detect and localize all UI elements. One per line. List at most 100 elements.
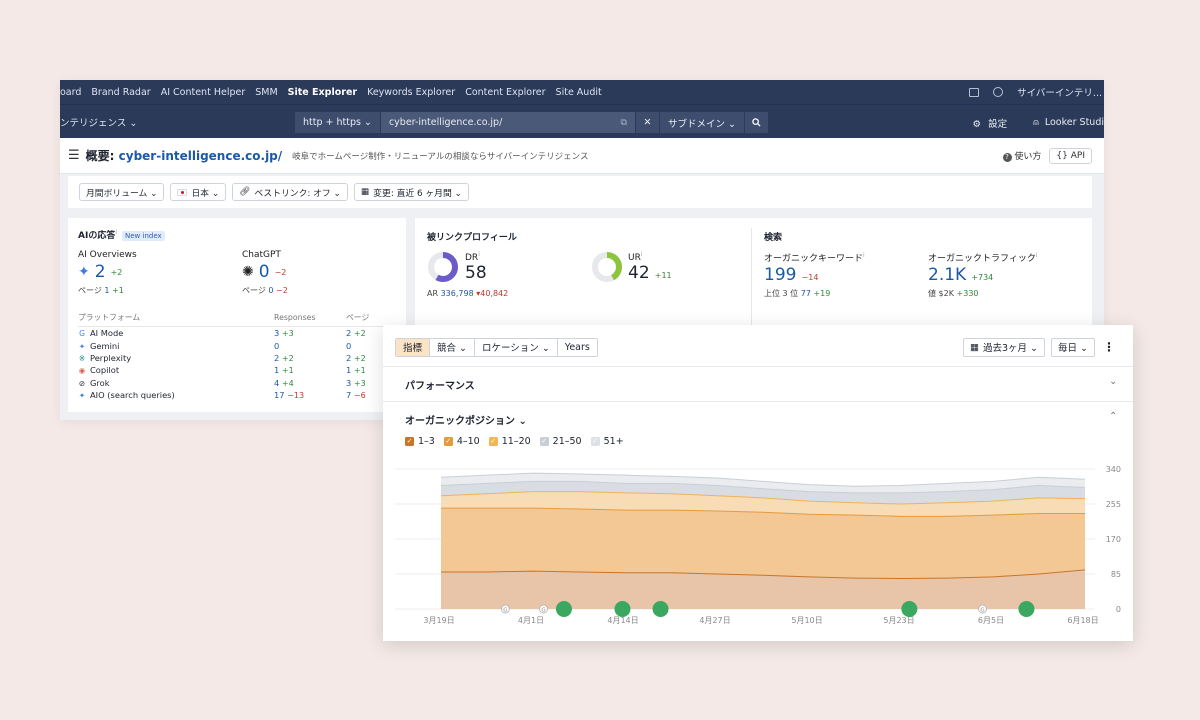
pages-value[interactable]: 1 — [346, 365, 351, 375]
help-label: 使い方 — [1014, 152, 1042, 162]
legend-item[interactable]: ✓ 1–3 — [405, 436, 435, 447]
table-row[interactable]: ⊘ Grok 4 +4 3 +3 — [78, 377, 396, 389]
pages-value[interactable]: 2 — [346, 353, 351, 363]
responses-value[interactable]: 1 — [274, 365, 279, 375]
ai-overviews-label[interactable]: AI Overviews — [78, 250, 137, 260]
ar-value[interactable]: 336,798 — [441, 289, 474, 298]
event-marker[interactable] — [555, 601, 572, 617]
responses-value[interactable]: 0 — [274, 341, 279, 351]
nav-item-smm[interactable]: SMM — [255, 87, 277, 98]
organic-traffic-label[interactable]: オーガニックトラフィック — [928, 254, 1036, 264]
legend-item[interactable]: ✓ 11–20 — [488, 436, 531, 447]
event-marker[interactable] — [652, 601, 669, 617]
dr-label[interactable]: DR — [465, 253, 478, 263]
organic-positions-section[interactable]: オーガニックポジション ⌄ — [405, 412, 527, 427]
pages-value[interactable]: 7 — [346, 390, 351, 400]
checkbox-icon: ✓ — [443, 437, 453, 446]
ur-donut — [592, 252, 622, 282]
table-row[interactable]: G AI Mode 3 +3 2 +2 — [78, 327, 396, 340]
project-selector[interactable]: ンテリジェンス ⌄ — [60, 115, 137, 129]
chatgpt-label[interactable]: ChatGPT — [242, 250, 288, 260]
pages-value[interactable]: 0 — [346, 341, 351, 351]
responses-value[interactable]: 2 — [274, 353, 279, 363]
x-tick-label: 4月14日 — [607, 616, 638, 625]
top3-value[interactable]: 77 — [801, 289, 811, 298]
organic-traffic-info-icon[interactable]: i — [1036, 252, 1038, 259]
divider — [383, 366, 1133, 367]
mode-select[interactable]: サブドメイン ⌄ — [659, 112, 745, 133]
calendar-icon: ▦ — [360, 187, 370, 197]
organic-keywords-label[interactable]: オーガニックキーワード — [764, 254, 863, 264]
tab-competitors[interactable]: 競合 ⌄ — [430, 338, 475, 356]
help-button[interactable]: ? 使い方 — [1002, 149, 1042, 162]
chatgpt-pages[interactable]: 0 — [268, 286, 273, 295]
organic-traffic-value[interactable]: 2.1K — [928, 265, 966, 285]
api-button[interactable]: {} API — [1049, 147, 1092, 164]
clear-icon[interactable]: ✕ — [635, 112, 660, 133]
responses-delta: +1 — [281, 366, 294, 376]
chevron-down-icon[interactable]: ⌄ — [1109, 376, 1117, 387]
event-marker[interactable] — [901, 601, 918, 617]
tab-location[interactable]: ロケーション ⌄ — [475, 338, 558, 356]
organic-keywords-delta: −14 — [801, 273, 819, 282]
organic-keywords-value[interactable]: 199 — [764, 265, 796, 285]
nav-item-brand-radar[interactable]: Brand Radar — [91, 87, 150, 98]
account-menu[interactable]: サイバーインテリ... — [1017, 85, 1102, 99]
search-button[interactable] — [744, 112, 769, 133]
external-link-icon[interactable]: ⧉ — [621, 118, 627, 128]
chevron-up-icon[interactable]: ⌃ — [1109, 411, 1117, 422]
chatgpt-value[interactable]: 0 — [259, 262, 270, 282]
table-row[interactable]: ✦ AIO (search queries) 17 −13 7 −6 — [78, 389, 396, 401]
period-select[interactable]: ▦ 過去3ヶ月 ⌄ — [963, 337, 1046, 357]
organic-traffic-metric: オーガニックトラフィックi 2.1K +734 値 $2K +330 — [928, 251, 1038, 299]
nav-item-content-explorer[interactable]: Content Explorer — [465, 87, 545, 98]
ur-label[interactable]: UR — [628, 253, 641, 263]
event-marker[interactable] — [614, 601, 631, 617]
responses-cell: 4 +4 — [274, 377, 346, 389]
change-filter[interactable]: ▦ 変更: 直近 6 ヶ月間 ⌄ — [353, 183, 469, 201]
volume-filter[interactable]: 月間ボリューム ⌄ — [79, 183, 165, 201]
legend-item[interactable]: ✓ 4–10 — [443, 436, 480, 447]
clock-icon[interactable] — [993, 87, 1004, 97]
ai-responses-card: AIの応答i New index AI Overviews ✦ 2 +2 ページ … — [68, 218, 406, 412]
nav-item-ai-content-helper[interactable]: AI Content Helper — [161, 87, 246, 98]
menu-icon[interactable]: ☰ — [68, 148, 80, 163]
ur-info-icon[interactable]: i — [641, 251, 643, 258]
responses-value[interactable]: 3 — [274, 328, 279, 338]
event-marker[interactable] — [1018, 601, 1035, 617]
bestlinks-filter[interactable]: 🔗︎ ベストリンク: オフ ⌄ — [232, 183, 348, 201]
table-row[interactable]: ✦ Gemini 0 0 — [78, 339, 396, 351]
tablet-icon[interactable] — [969, 87, 980, 97]
legend-item[interactable]: ✓ 21–50 — [539, 436, 582, 447]
legend-item[interactable]: ✓ 51+ — [590, 436, 624, 447]
dr-info-icon[interactable]: i — [478, 251, 480, 258]
responses-value[interactable]: 4 — [274, 378, 279, 388]
tab-metrics[interactable]: 指標 — [396, 338, 431, 356]
nav-item-keywords-explorer[interactable]: Keywords Explorer — [367, 87, 455, 98]
responses-value[interactable]: 17 — [274, 390, 285, 400]
settings-button[interactable]: ⚙ 設定 — [973, 116, 1008, 130]
country-label: 日本 ⌄ — [191, 188, 220, 199]
interval-select[interactable]: 毎日 ⌄ — [1051, 337, 1095, 357]
country-filter[interactable]: 日本 ⌄ — [170, 183, 227, 201]
ai-card-info-icon[interactable]: i — [115, 229, 117, 236]
table-row[interactable]: ◉ Copilot 1 +1 1 +1 — [78, 364, 396, 376]
nav-item-dashboard[interactable]: oard — [60, 87, 81, 98]
ai-overviews-pages[interactable]: 1 — [104, 286, 109, 295]
protocol-select[interactable]: http + https ⌄ — [295, 112, 381, 133]
url-input[interactable]: cyber-intelligence.co.jp/ ⧉ — [380, 112, 636, 133]
organic-keywords-info-icon[interactable]: i — [863, 252, 865, 259]
x-tick-label: 4月27日 — [699, 616, 730, 625]
pages-value[interactable]: 3 — [346, 378, 351, 388]
ai-overviews-value[interactable]: 2 — [95, 262, 106, 282]
page-title-domain[interactable]: cyber-intelligence.co.jp/ — [119, 149, 283, 163]
performance-section[interactable]: パフォーマンス — [405, 377, 475, 392]
checkbox-icon: ✓ — [590, 437, 600, 446]
nav-item-site-audit[interactable]: Site Audit — [556, 87, 602, 98]
nav-item-site-explorer[interactable]: Site Explorer — [288, 87, 357, 98]
looker-studio-button[interactable]: ⍝ Looker Studi — [1033, 117, 1104, 128]
pages-value[interactable]: 2 — [346, 328, 351, 338]
tab-years[interactable]: Years — [558, 339, 597, 356]
table-row[interactable]: ※ Perplexity 2 +2 2 +2 — [78, 352, 396, 364]
more-options-icon[interactable]: ⋮ — [1101, 340, 1117, 354]
